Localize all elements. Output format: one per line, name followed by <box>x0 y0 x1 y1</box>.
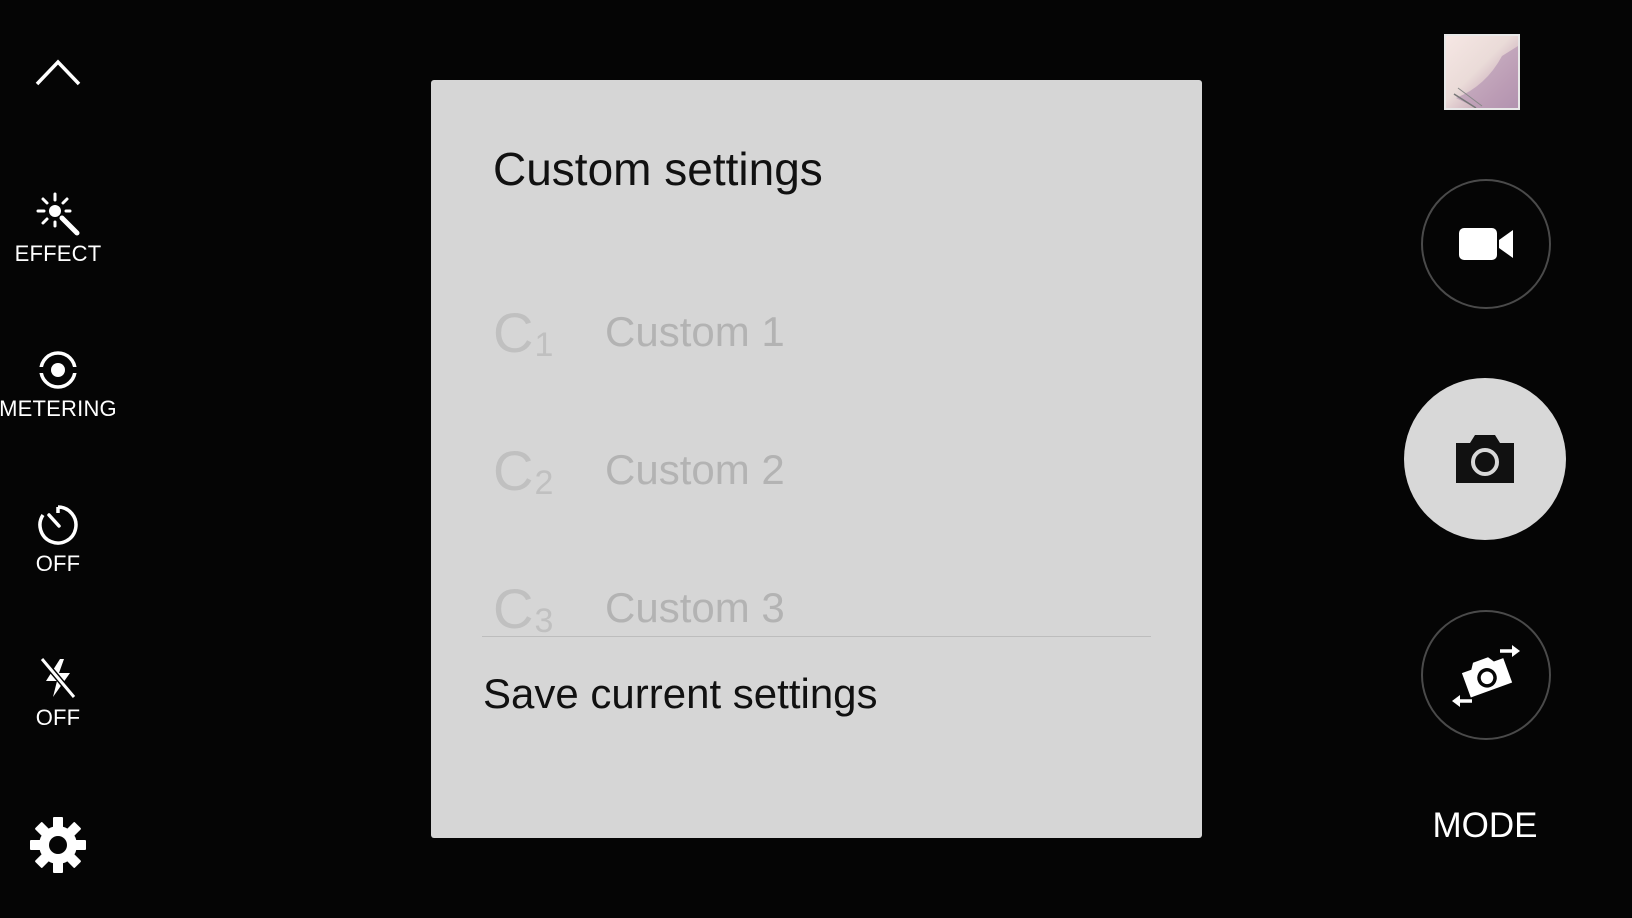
badge-number: 2 <box>534 463 554 502</box>
dialog-divider <box>482 636 1151 637</box>
badge-letter: C <box>493 576 534 640</box>
metering-label: METERING <box>0 396 117 421</box>
magic-wand-icon <box>36 192 80 236</box>
settings-button[interactable] <box>0 812 116 878</box>
effect-label: EFFECT <box>14 241 102 266</box>
flash-button[interactable]: OFF <box>0 650 116 736</box>
timer-icon <box>38 505 78 545</box>
flash-label: OFF <box>35 705 81 730</box>
thumbnail-image <box>1453 46 1518 108</box>
custom-1-badge: C1 <box>493 300 605 365</box>
custom-3-label: Custom 3 <box>605 584 785 631</box>
left-toolbar: EFFECT METERING OFF OFF <box>0 0 120 918</box>
timer-label: OFF <box>35 551 81 576</box>
video-camera-icon <box>1459 228 1513 260</box>
custom-2-option[interactable]: C2 Custom 2 <box>493 430 1093 510</box>
gear-icon <box>30 817 86 873</box>
collapse-button[interactable] <box>0 44 116 100</box>
custom-3-badge: C3 <box>493 576 605 641</box>
custom-2-label: Custom 2 <box>605 446 785 493</box>
save-current-settings-button[interactable]: Save current settings <box>483 670 878 718</box>
gallery-thumbnail[interactable] <box>1444 34 1520 110</box>
switch-camera-button[interactable] <box>1421 610 1551 740</box>
record-video-button[interactable] <box>1421 179 1551 309</box>
badge-number: 1 <box>534 325 554 364</box>
chevron-up-icon <box>35 59 81 86</box>
dialog-title: Custom settings <box>493 143 823 195</box>
custom-settings-dialog: Custom settings C1 Custom 1 C2 Custom 2 … <box>431 80 1202 838</box>
custom-2-badge: C2 <box>493 438 605 503</box>
badge-letter: C <box>493 300 534 364</box>
metering-icon <box>36 351 80 389</box>
mode-button[interactable]: MODE <box>1404 806 1566 846</box>
shutter-button[interactable] <box>1404 378 1566 540</box>
badge-letter: C <box>493 438 534 502</box>
switch-camera-icon <box>1452 645 1520 707</box>
badge-number: 3 <box>534 601 554 640</box>
flash-off-icon <box>39 657 77 699</box>
effect-button[interactable]: EFFECT <box>0 186 116 272</box>
timer-button[interactable]: OFF <box>0 496 116 582</box>
metering-button[interactable]: METERING <box>0 342 117 428</box>
custom-1-label: Custom 1 <box>605 308 785 355</box>
camera-icon <box>1456 435 1514 483</box>
custom-1-option[interactable]: C1 Custom 1 <box>493 292 1093 372</box>
